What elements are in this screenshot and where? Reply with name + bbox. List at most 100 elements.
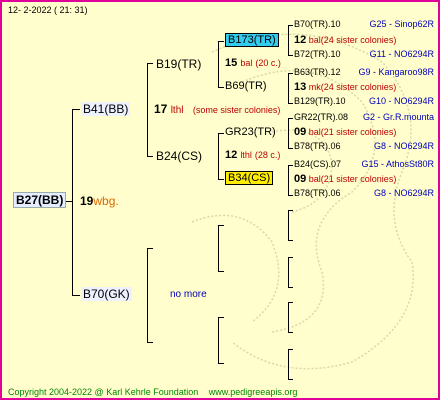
gen5-row[interactable]: B78(TR).06 G8 - NO6294R	[294, 189, 434, 198]
queen-id: B173(TR)	[225, 33, 279, 47]
connector	[288, 302, 293, 303]
queen-note: (21 sister colonies)	[320, 127, 397, 137]
gen5-row[interactable]: B24(CS).07 G15 - AthosSt80R	[294, 160, 434, 169]
connector	[288, 55, 293, 56]
connector	[218, 225, 224, 226]
connector	[72, 109, 73, 295]
connector	[288, 257, 289, 287]
connector	[218, 363, 224, 364]
gen5-details-row: 12 bal(24 sister colonies)	[294, 35, 396, 46]
gen5-details-row: 09 bal(21 sister colonies)	[294, 127, 396, 138]
drone-b70[interactable]: B70(GK)	[81, 287, 132, 301]
header-date: 12- 2-2022 ( 21: 31)	[8, 5, 88, 15]
connector	[218, 317, 219, 363]
connector	[72, 109, 80, 110]
root-code: wbg	[93, 194, 116, 208]
connector	[218, 271, 224, 272]
queen-b24[interactable]: B24(CS)	[156, 150, 202, 162]
gen5-details-row: 09 bal(21 sister colonies)	[294, 174, 396, 185]
queen-number: 09	[294, 126, 307, 138]
connector	[288, 240, 293, 241]
connector	[218, 317, 224, 318]
queen-b173-details: 15 bal (20 c.)	[225, 58, 281, 69]
gen5-row[interactable]: B78(TR).06 G8 - NO6294R	[294, 142, 434, 151]
root-code-suffix: .	[115, 194, 119, 208]
connector	[218, 225, 219, 271]
gen5-row[interactable]: B129(TR).10 G10 - NO6294R	[294, 97, 434, 106]
queen-note: (some sister colonies)	[192, 105, 281, 115]
queen-code: bal	[308, 127, 321, 137]
queen-gr23-details: 12 lthl (28 c.)	[225, 150, 280, 161]
gen5-row[interactable]: GR22(TR).08 G2 - Gr.R.mounta	[294, 113, 434, 122]
queen-b41-details: 17 lthl (some sister colonies)	[154, 103, 280, 116]
connector	[147, 248, 153, 249]
queen-b19[interactable]: B19(TR)	[156, 58, 201, 70]
queen-number: 13	[294, 81, 307, 93]
queen-info: G10 - NO6294R	[368, 96, 434, 106]
queen-b69[interactable]: B69(TR)	[225, 81, 267, 92]
queen-id: B129(TR).10	[294, 96, 346, 106]
connector	[147, 342, 153, 343]
footer-url[interactable]: www.pedigreeapis.org	[209, 387, 298, 397]
connector	[288, 195, 293, 196]
queen-code: lthl	[170, 105, 184, 116]
queen-gr23[interactable]: GR23(TR)	[225, 127, 276, 138]
connector	[218, 41, 219, 87]
queen-note: (21 sister colonies)	[320, 174, 397, 184]
connector	[288, 148, 293, 149]
queen-id: B72(TR).10	[294, 49, 341, 59]
queen-note: (28 c.)	[254, 150, 281, 160]
gen5-row[interactable]: B70(TR).10 G25 - Sinop62R	[294, 20, 434, 29]
no-more-label: no more	[170, 289, 207, 300]
gen5-row[interactable]: B63(TR).12 G9 - Kangaroo98R	[294, 68, 434, 77]
connector	[288, 332, 293, 333]
queen-b173[interactable]: B173(TR)	[225, 33, 279, 47]
queen-id: B78(TR).06	[294, 141, 341, 151]
connector	[288, 118, 293, 119]
connector	[288, 257, 293, 258]
connector	[218, 41, 224, 42]
connector	[218, 133, 219, 179]
connector	[288, 287, 293, 288]
queen-b41[interactable]: B41(BB)	[81, 102, 131, 116]
queen-id: B63(TR).12	[294, 67, 341, 77]
footer: Copyright 2004-2022 @ Karl Kehrle Founda…	[8, 388, 297, 397]
connector	[288, 210, 293, 211]
connector	[288, 165, 293, 166]
connector	[288, 165, 289, 195]
queen-note: (24 sister colonies)	[320, 82, 397, 92]
connector	[147, 63, 148, 156]
queen-id: B78(TR).06	[294, 188, 341, 198]
root-number: 19	[80, 194, 94, 208]
connector	[147, 63, 153, 64]
connector	[288, 25, 289, 55]
queen-info: G11 - NO6294R	[369, 49, 434, 59]
root-queen[interactable]: B27(BB)	[13, 192, 67, 208]
queen-id: B34(CS)	[225, 171, 274, 185]
connector	[288, 103, 293, 104]
root-details: 19wbg.	[80, 195, 119, 207]
connector	[288, 349, 293, 350]
connector	[218, 87, 224, 88]
footer-copyright: Copyright 2004-2022 @ Karl Kehrle Founda…	[8, 387, 199, 397]
connector	[288, 73, 289, 103]
queen-code: bal	[308, 174, 321, 184]
queen-info: G9 - Kangaroo98R	[358, 67, 434, 77]
connector	[288, 349, 289, 379]
connector	[72, 295, 80, 296]
connector	[288, 73, 293, 74]
queen-number: 09	[294, 173, 307, 185]
queen-note: (20 c.)	[255, 58, 281, 68]
connector	[288, 118, 289, 148]
queen-number: 17	[154, 102, 168, 116]
gen5-row[interactable]: B72(TR).10 G11 - NO6294R	[294, 50, 434, 59]
drone-id: B70(GK)	[81, 287, 132, 301]
queen-b34[interactable]: B34(CS)	[225, 171, 274, 185]
queen-info: G15 - AthosSt80R	[361, 159, 434, 169]
queen-id: B41(BB)	[81, 102, 131, 116]
queen-id: B24(CS).07	[294, 159, 342, 169]
queen-info: G8 - NO6294R	[373, 141, 434, 151]
connector	[288, 210, 289, 240]
connector	[147, 248, 148, 342]
gen5-details-row: 13 mk(24 sister colonies)	[294, 82, 396, 93]
